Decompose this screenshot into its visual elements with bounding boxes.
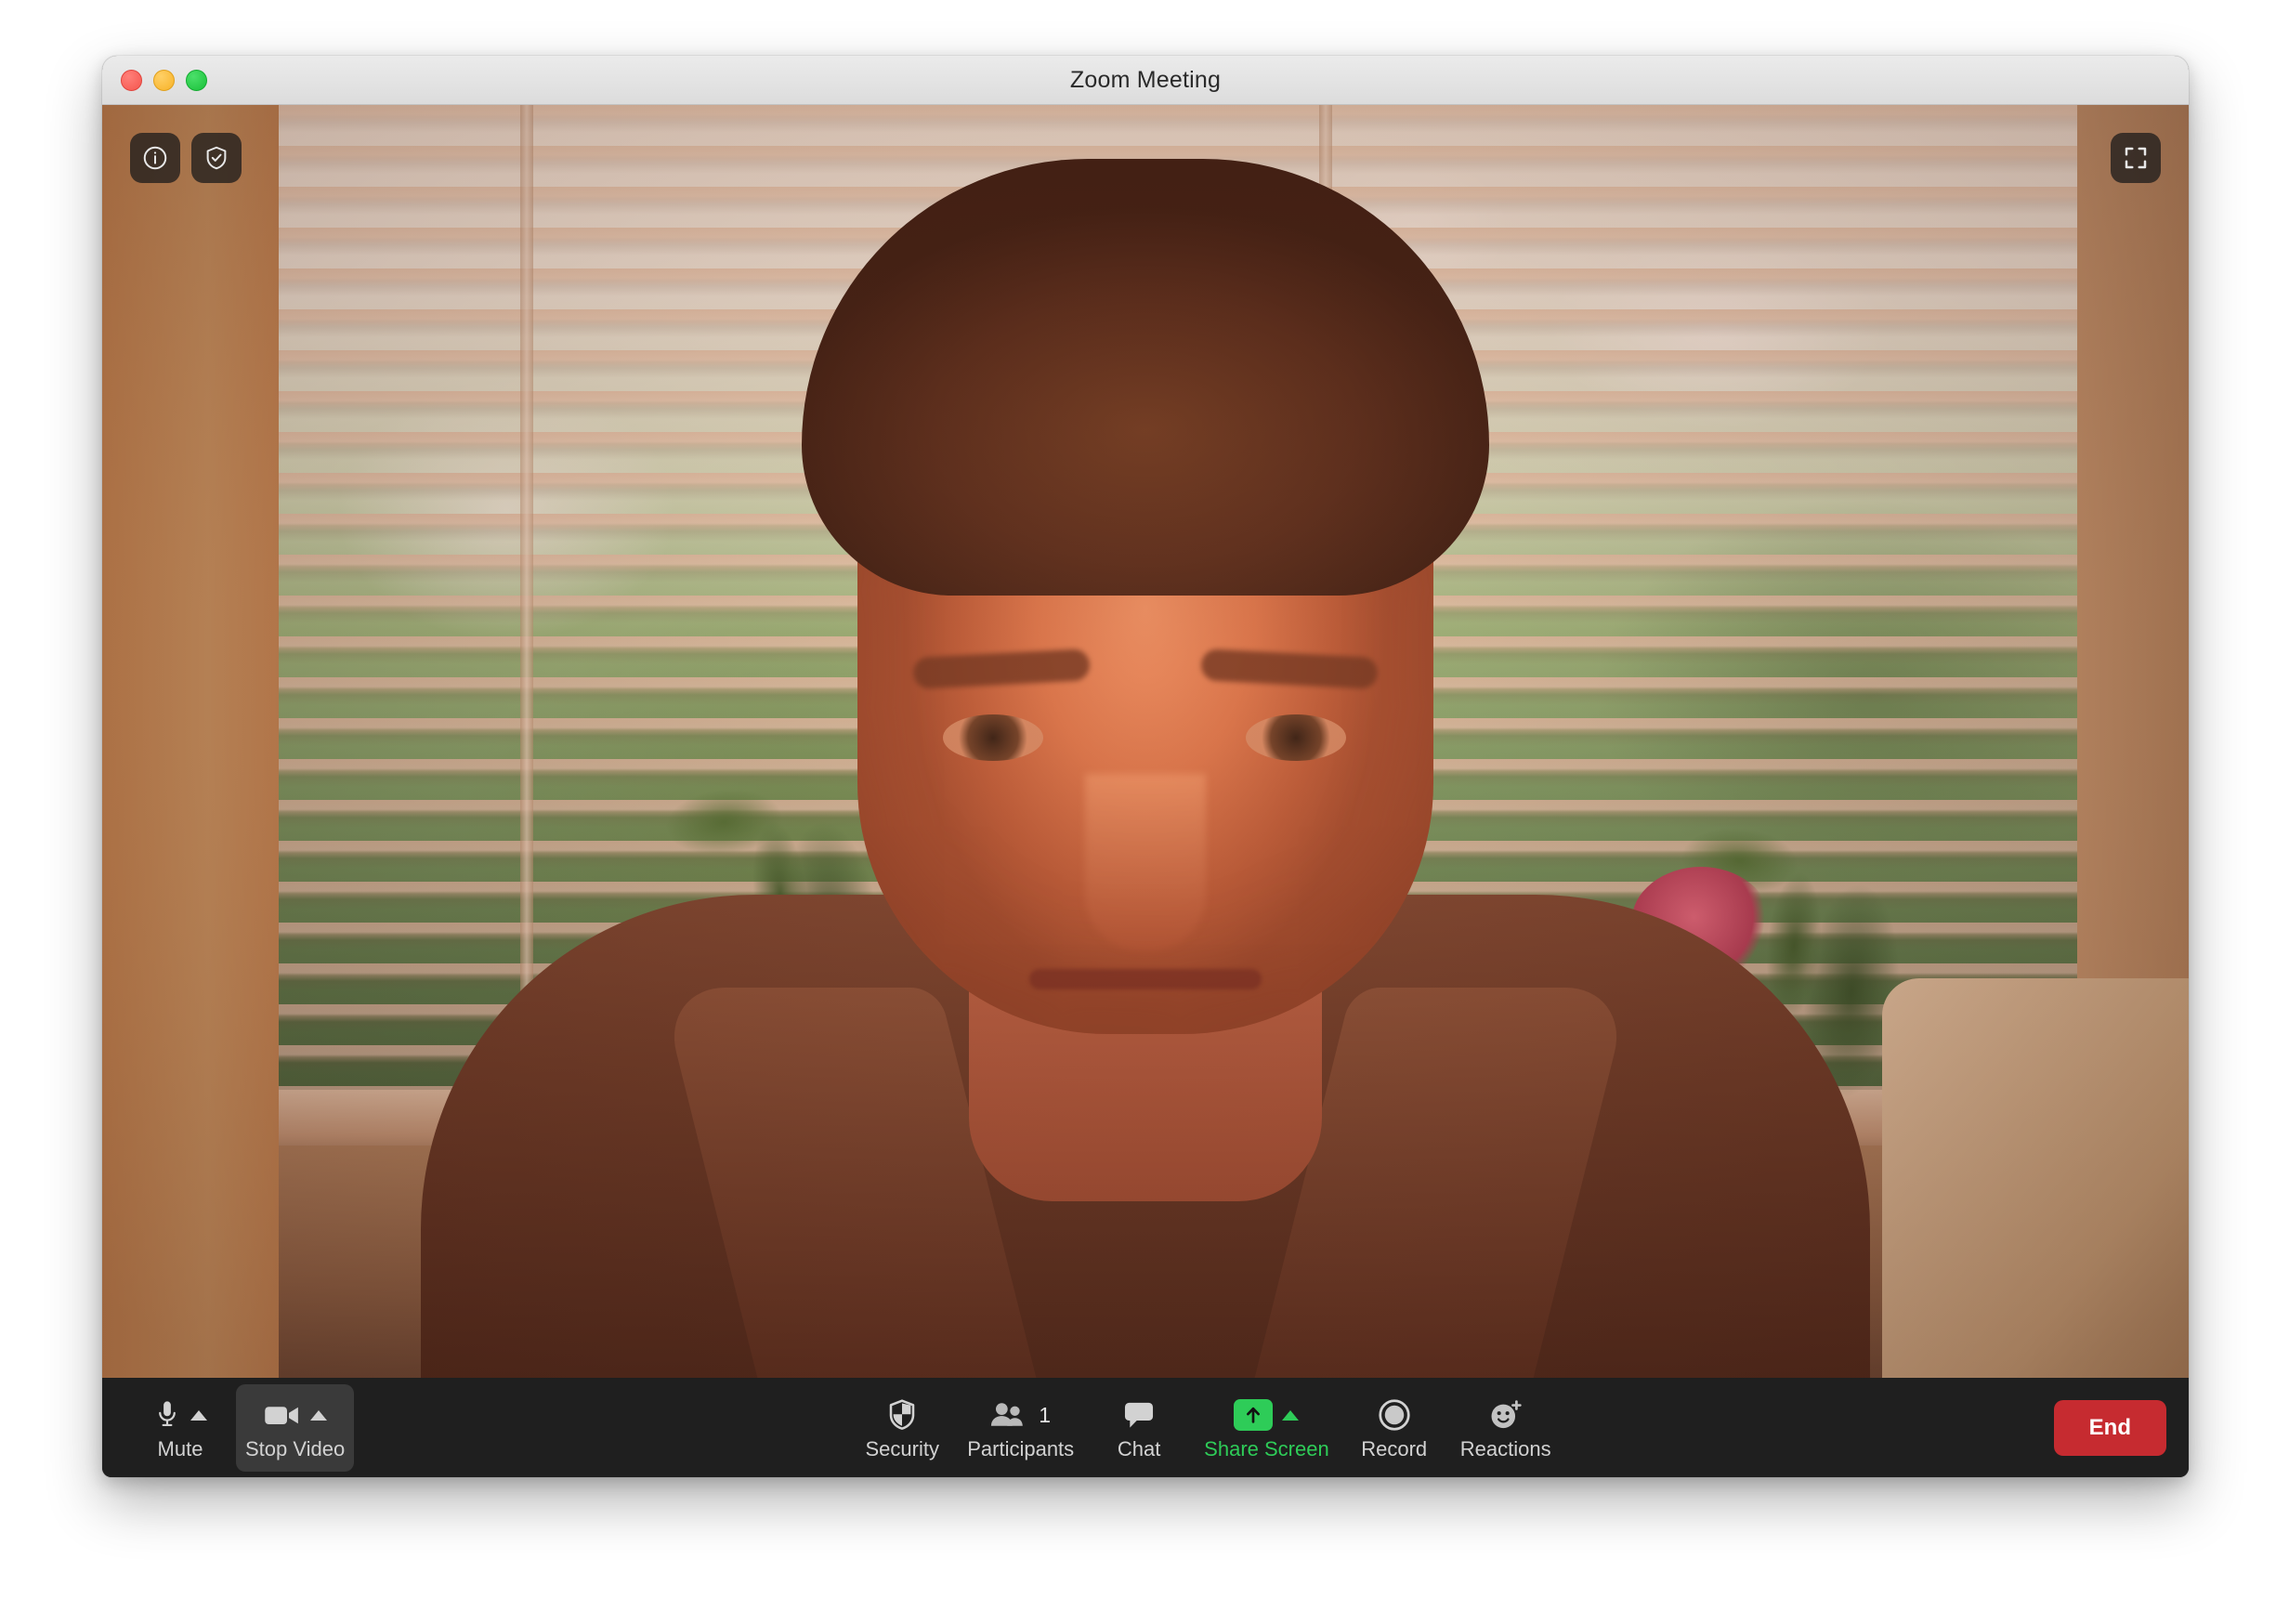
meeting-info-button[interactable] xyxy=(130,133,180,183)
video-stage xyxy=(102,105,2189,1378)
room-wall-left xyxy=(102,105,279,1378)
eyebrow-left xyxy=(912,648,1091,689)
stop-video-button[interactable]: Stop Video xyxy=(236,1384,355,1472)
window-title: Zoom Meeting xyxy=(1069,66,1222,93)
eye-right xyxy=(1246,714,1346,761)
participants-button[interactable]: 1 Participants xyxy=(958,1384,1083,1472)
window-titlebar: Zoom Meeting xyxy=(102,56,2189,105)
reactions-icon-row xyxy=(1488,1395,1524,1435)
eyebrow-right xyxy=(1200,648,1379,689)
minimize-window-button[interactable] xyxy=(153,69,175,91)
participants-count-badge: 1 xyxy=(1039,1402,1052,1427)
enter-fullscreen-icon xyxy=(2125,147,2147,169)
traffic-light-controls xyxy=(121,56,207,104)
security-icon-row xyxy=(887,1395,917,1435)
speech-bubble-icon xyxy=(1125,1402,1154,1428)
security-label: Security xyxy=(865,1437,939,1460)
info-circle-icon xyxy=(143,146,167,170)
participants-label: Participants xyxy=(967,1437,1075,1460)
end-meeting-button[interactable]: End xyxy=(2053,1400,2166,1456)
toolbar-left-group: Mute Stop Video xyxy=(124,1384,355,1472)
chat-button[interactable]: Chat xyxy=(1083,1384,1195,1472)
chair xyxy=(1882,978,2189,1378)
participants-icon-row: 1 xyxy=(990,1395,1051,1435)
security-button[interactable]: Security xyxy=(846,1384,958,1472)
record-label: Record xyxy=(1361,1437,1428,1460)
nose xyxy=(1085,774,1206,950)
video-camera-icon xyxy=(264,1407,298,1424)
record-icon-row xyxy=(1378,1395,1411,1435)
smiley-plus-icon xyxy=(1491,1400,1522,1429)
meeting-controls-toolbar: Mute Stop Video Security 1 Participants … xyxy=(102,1378,2189,1477)
desktop-backdrop: Zoom Meeting Mute Stop Video Security 1 … xyxy=(0,0,2289,1624)
maximize-window-button[interactable] xyxy=(186,69,207,91)
reactions-label: Reactions xyxy=(1459,1437,1551,1460)
mute-icon-row xyxy=(153,1395,207,1435)
person-hair xyxy=(802,159,1489,596)
toolbar-right-group: End xyxy=(2053,1400,2166,1456)
shield-check-icon xyxy=(206,146,227,170)
share-screen-label: Share Screen xyxy=(1204,1437,1329,1460)
video-options-chevron-up-icon[interactable] xyxy=(309,1409,327,1421)
record-button[interactable]: Record xyxy=(1339,1384,1450,1472)
shield-icon xyxy=(889,1399,915,1430)
record-circle-icon xyxy=(1379,1399,1410,1431)
window-mullion-left xyxy=(520,105,533,1118)
people-icon xyxy=(991,1403,1024,1426)
mute-button[interactable]: Mute xyxy=(124,1384,236,1472)
chat-label: Chat xyxy=(1117,1437,1161,1460)
eye-left xyxy=(943,714,1043,761)
encryption-status-button[interactable] xyxy=(191,133,242,183)
share-options-chevron-up-icon[interactable] xyxy=(1282,1409,1300,1421)
share-screen-button[interactable]: Share Screen xyxy=(1195,1384,1339,1472)
mute-label: Mute xyxy=(157,1437,203,1460)
mouth xyxy=(1029,969,1262,989)
microphone-icon xyxy=(159,1401,176,1427)
stop-video-label: Stop Video xyxy=(245,1437,346,1460)
toolbar-center-group: Security 1 Participants Chat Share Scree… xyxy=(354,1384,2053,1472)
close-window-button[interactable] xyxy=(121,69,142,91)
zoom-meeting-window: Zoom Meeting Mute Stop Video Security 1 … xyxy=(102,56,2189,1477)
share-screen-up-arrow-icon xyxy=(1234,1399,1274,1431)
reactions-button[interactable]: Reactions xyxy=(1450,1384,1562,1472)
share-screen-icon-row xyxy=(1234,1395,1300,1435)
enter-fullscreen-button[interactable] xyxy=(2111,133,2161,183)
webcam-video-feed xyxy=(102,105,2189,1378)
audio-options-chevron-up-icon[interactable] xyxy=(190,1409,207,1421)
chat-icon-row xyxy=(1123,1395,1155,1435)
stop-video-icon-row xyxy=(264,1395,327,1435)
